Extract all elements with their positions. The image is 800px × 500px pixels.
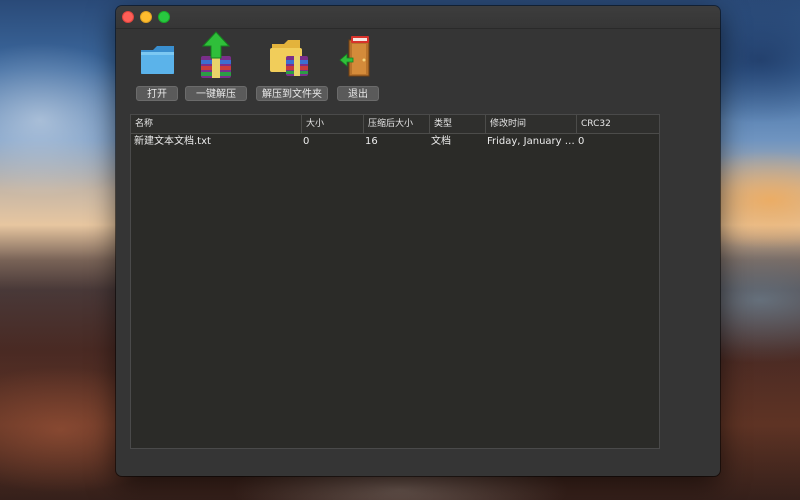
- cell-compressed-size: 16: [365, 136, 378, 147]
- cell-size: 0: [303, 136, 310, 147]
- table-header: 名称 大小 压缩后大小 类型 修改时间 CRC32: [131, 115, 659, 134]
- exit-door-icon: [339, 36, 370, 77]
- archive-extract-icon: [201, 31, 231, 78]
- file-table[interactable]: 名称 大小 压缩后大小 类型 修改时间 CRC32 新建文本文档.txt 0 1…: [130, 114, 660, 449]
- close-button[interactable]: [122, 11, 134, 23]
- app-window: 打开 一键解压 解压到文件夹 退出 名称 大小 压缩后大小 类型 修改时间 CR…: [116, 6, 720, 476]
- quit-button[interactable]: 退出: [337, 86, 379, 101]
- column-header-modified[interactable]: 修改时间: [485, 115, 576, 133]
- column-header-type[interactable]: 类型: [429, 115, 485, 133]
- minimize-button[interactable]: [140, 11, 152, 23]
- zoom-button[interactable]: [158, 11, 170, 23]
- column-header-compressed-size[interactable]: 压缩后大小: [363, 115, 429, 133]
- title-bar[interactable]: [116, 6, 720, 29]
- folder-icon: [141, 46, 174, 74]
- column-header-size[interactable]: 大小: [301, 115, 363, 133]
- cell-type: 文档: [431, 136, 451, 147]
- column-header-crc32[interactable]: CRC32: [576, 115, 659, 133]
- open-button[interactable]: 打开: [136, 86, 178, 101]
- cell-modified: Friday, January 1...: [487, 136, 576, 147]
- extract-to-folder-button[interactable]: 解压到文件夹: [256, 86, 328, 101]
- column-header-name[interactable]: 名称: [131, 115, 301, 133]
- table-row[interactable]: 新建文本文档.txt 0 16 文档 Friday, January 1... …: [131, 134, 659, 150]
- cell-crc32: 0: [578, 136, 585, 147]
- cell-name: 新建文本文档.txt: [134, 136, 211, 147]
- folder-archive-icon: [270, 40, 308, 76]
- extract-button[interactable]: 一键解压: [185, 86, 247, 101]
